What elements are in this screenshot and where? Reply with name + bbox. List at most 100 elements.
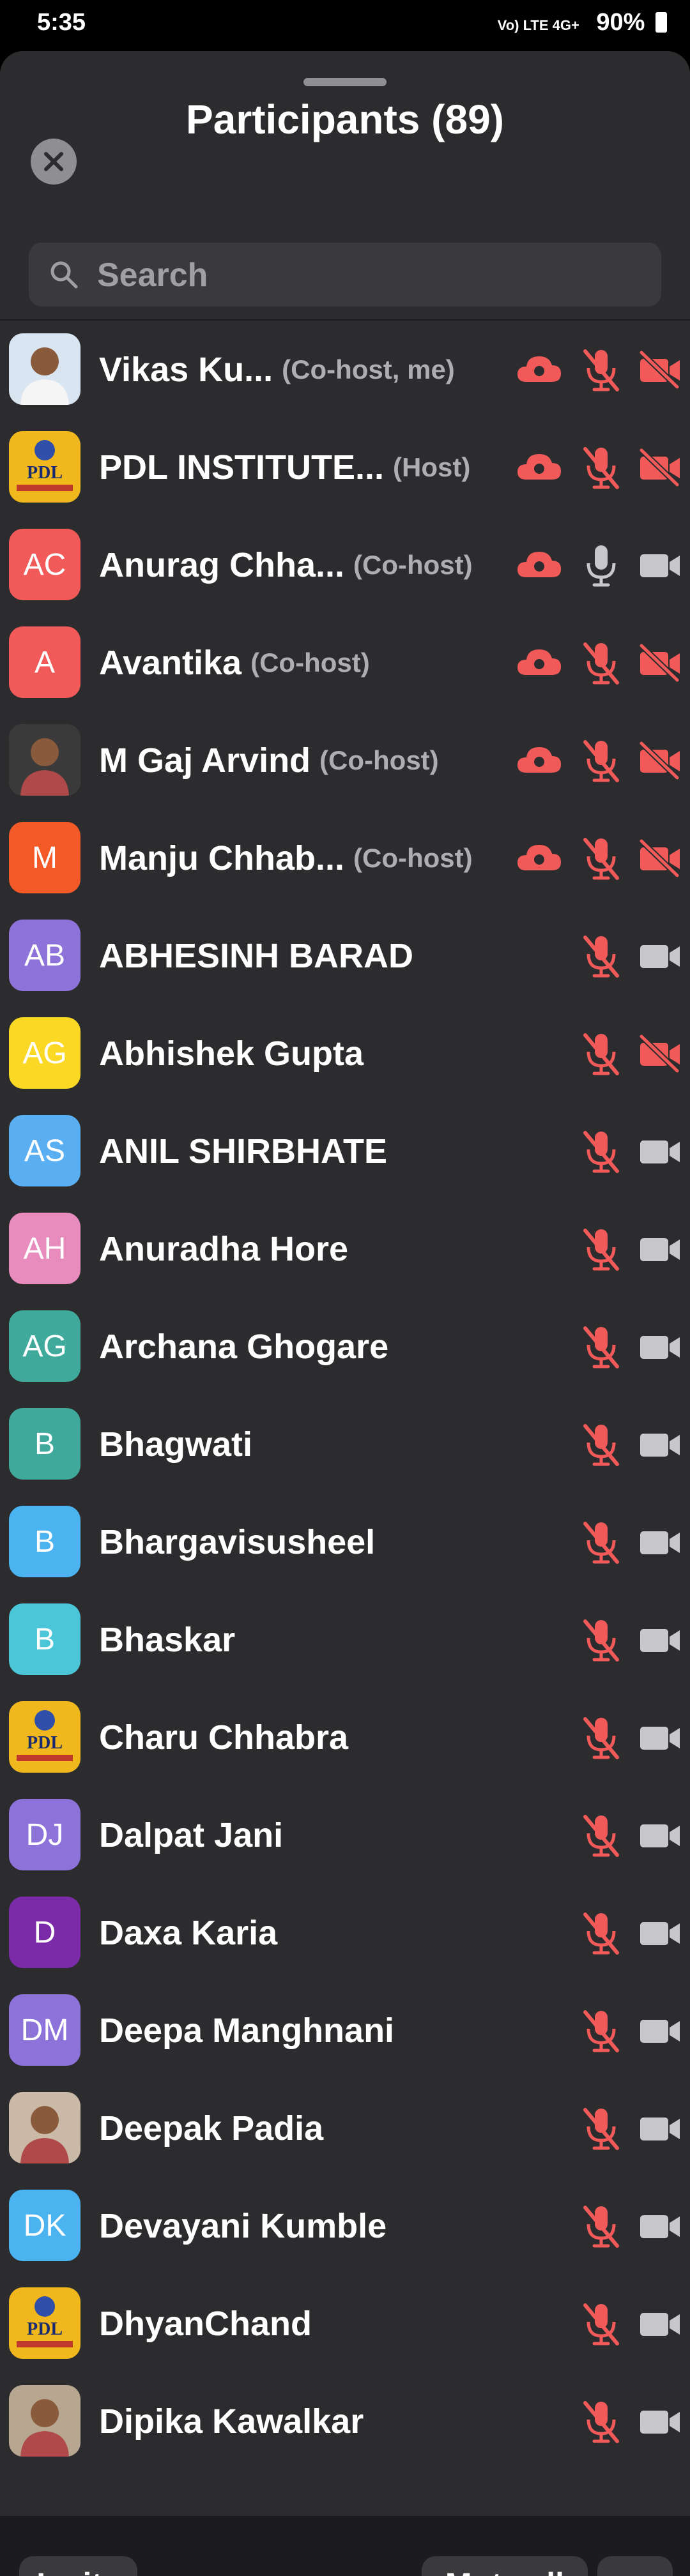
svg-text:PDL: PDL [27,463,63,483]
video-toggle[interactable] [638,1034,682,1073]
participant-row[interactable]: AG Abhishek Gupta [0,1004,690,1102]
participant-row[interactable]: B Bhagwati [0,1395,690,1493]
mic-toggle[interactable] [579,1324,624,1370]
video-toggle[interactable] [638,1718,682,1757]
video-toggle[interactable] [638,1815,682,1855]
mic-toggle[interactable] [579,836,624,882]
search-input[interactable] [96,243,648,308]
participant-row[interactable]: DK Devayani Kumble [0,2177,690,2275]
mic-muted-icon [583,1913,619,1955]
participant-row[interactable]: DJ Dalpat Jani [0,1786,690,1884]
participant-row[interactable]: Deepak Padia [0,2079,690,2177]
participant-row[interactable]: AH Anuradha Hore [0,1200,690,1298]
mic-toggle[interactable] [579,2204,624,2250]
mic-toggle[interactable] [579,347,624,393]
mic-muted-icon [583,2401,619,2443]
participant-row[interactable]: PDL DhyanChand [0,2275,690,2372]
avatar-initials: B [34,1622,55,1656]
close-button[interactable] [31,139,77,185]
video-toggle[interactable] [638,2109,682,2148]
avatar-initials: AH [23,1231,66,1266]
invite-button[interactable]: Invite [19,2556,137,2576]
participant-row[interactable]: AC Anurag Chha... (Co-host) [0,516,690,614]
video-toggle[interactable] [638,1522,682,1562]
participant-row[interactable]: D Daxa Karia [0,1884,690,1981]
video-toggle[interactable] [638,545,682,585]
mute-all-button[interactable]: Mute all [422,2556,588,2576]
participant-row[interactable]: Vikas Ku... (Co-host, me) [0,321,690,418]
mic-toggle[interactable] [579,1911,624,1957]
mic-toggle[interactable] [579,2301,624,2347]
video-toggle[interactable] [638,838,682,878]
video-toggle[interactable] [638,741,682,780]
participant-row[interactable]: M Manju Chhab... (Co-host) [0,809,690,907]
video-toggle[interactable] [638,2402,682,2441]
mic-toggle[interactable] [579,640,624,686]
drag-handle[interactable] [303,78,387,86]
search-bar[interactable] [29,243,661,308]
mic-muted-icon [583,349,619,391]
participant-role: (Co-host) [319,745,439,775]
more-options-button[interactable]: ··· [597,2556,673,2576]
video-toggle[interactable] [638,2206,682,2246]
participant-row[interactable]: AG Archana Ghogare [0,1298,690,1395]
avatar-initials: A [34,645,55,679]
mic-toggle[interactable] [579,543,624,589]
participant-row[interactable]: A Avantika (Co-host) [0,614,690,711]
video-toggle[interactable] [638,936,682,976]
mic-toggle[interactable] [579,934,624,980]
video-toggle[interactable] [638,1229,682,1269]
video-toggle[interactable] [638,350,682,390]
participant-row[interactable]: Dipika Kawalkar [0,2372,690,2470]
mic-toggle[interactable] [579,1227,624,1273]
mic-icon [586,545,616,587]
mic-muted-icon [583,1131,619,1173]
video-toggle[interactable] [638,1425,682,1464]
mic-toggle[interactable] [579,2106,624,2152]
video-toggle[interactable] [638,1620,682,1660]
mic-toggle[interactable] [579,1813,624,1859]
video-toggle[interactable] [638,1913,682,1953]
network-indicator: Vo) LTE 4G+ [497,17,579,33]
video-toggle[interactable] [638,2304,682,2344]
mic-toggle[interactable] [579,1715,624,1761]
video-toggle[interactable] [638,448,682,487]
profile-photo-icon [9,2092,80,2163]
video-toggle[interactable] [638,1327,682,1367]
mic-toggle[interactable] [579,2399,624,2445]
video-icon [640,1238,680,1261]
participant-row[interactable]: PDL PDL INSTITUTE... (Host) [0,418,690,516]
participant-row[interactable]: AB ABHESINH BARAD [0,907,690,1004]
avatar [9,724,80,796]
participant-name: Abhishek Gupta [99,1034,364,1073]
avatar: AS [9,1115,80,1186]
video-icon [640,2215,680,2238]
mic-muted-icon [583,1522,619,1564]
status-bar: 5:35 Vo) LTE 4G+ 90% [0,0,690,54]
mic-toggle[interactable] [579,1422,624,1468]
mic-toggle[interactable] [579,1031,624,1077]
mic-toggle[interactable] [579,445,624,491]
mic-toggle[interactable] [579,2008,624,2054]
mic-toggle[interactable] [579,1129,624,1175]
avatar: PDL [9,2287,80,2359]
participant-row[interactable]: B Bhargavisusheel [0,1493,690,1591]
participant-row[interactable]: M Gaj Arvind (Co-host) [0,711,690,809]
video-off-icon [639,741,680,780]
participant-row[interactable]: DM Deepa Manghnani [0,1981,690,2079]
video-off-icon [639,1034,680,1073]
video-icon [640,1434,680,1457]
participant-row[interactable]: AS ANIL SHIRBHATE [0,1102,690,1200]
mic-toggle[interactable] [579,1520,624,1566]
video-icon [640,1531,680,1554]
video-toggle[interactable] [638,2011,682,2050]
participant-list[interactable]: Vikas Ku... (Co-host, me) PDL PDL INSTITUTE… [0,319,690,2457]
video-toggle[interactable] [638,643,682,683]
participant-row[interactable]: B Bhaskar [0,1591,690,1688]
avatar-initials: DJ [26,1817,64,1852]
video-toggle[interactable] [638,1132,682,1171]
video-icon [640,945,680,968]
participant-row[interactable]: PDL Charu Chhabra [0,1688,690,1786]
mic-toggle[interactable] [579,738,624,784]
mic-toggle[interactable] [579,1618,624,1663]
